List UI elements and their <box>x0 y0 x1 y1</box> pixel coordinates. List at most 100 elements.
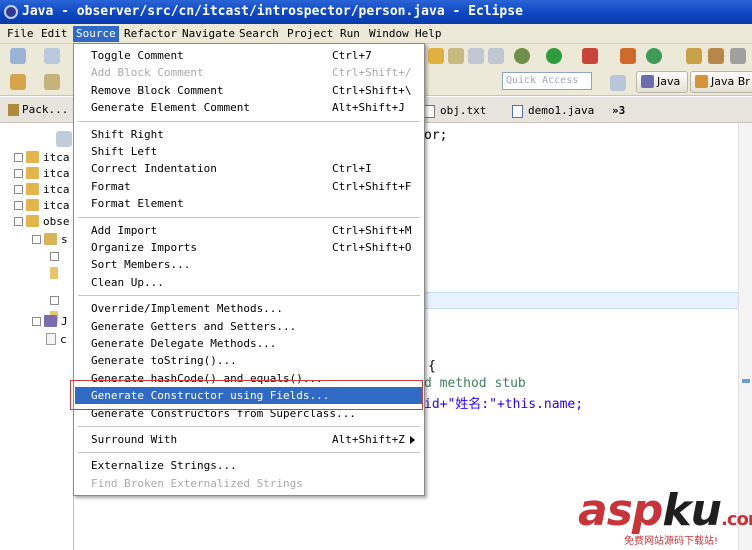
menu-item-surround-with[interactable]: Surround With Alt+Shift+Z <box>75 431 423 448</box>
save-icon[interactable] <box>44 48 60 64</box>
menu-refactor[interactable]: Refactor <box>121 26 180 42</box>
previous-annotation-icon[interactable] <box>44 74 60 90</box>
overview-marker[interactable] <box>742 379 750 383</box>
window-title-bar: Java - observer/src/cn/itcast/introspect… <box>0 0 752 24</box>
editor-tab-label: demo1.java <box>528 104 595 117</box>
new-java-class-icon[interactable] <box>646 48 662 64</box>
next-annotation-icon[interactable] <box>10 74 26 90</box>
tree-item[interactable] <box>50 249 73 279</box>
code-line: d method stub <box>424 376 526 391</box>
code-line: { <box>428 359 436 374</box>
tree-item-label: J <box>61 315 68 328</box>
source-folder-icon <box>44 233 57 245</box>
tree-item[interactable]: itca <box>14 181 70 197</box>
new-icon[interactable] <box>10 48 26 64</box>
project-folder-icon <box>26 183 39 195</box>
quick-access-input[interactable]: Quick Access <box>502 72 592 90</box>
tree-item-label: itca <box>43 167 70 180</box>
menu-item-externalize-strings[interactable]: Externalize Strings... <box>75 457 423 474</box>
expand-icon[interactable] <box>14 201 23 210</box>
perspective-java-label: Java <box>657 75 681 88</box>
menu-file[interactable]: File <box>4 26 37 42</box>
expand-icon[interactable] <box>32 317 41 326</box>
package-icon <box>50 267 58 279</box>
menu-item-add-block-comment: Add Block Comment Ctrl+Shift+/ <box>75 64 423 81</box>
new-java-project-icon[interactable] <box>620 48 636 64</box>
editor-tab-obj-txt[interactable]: obj.txt <box>424 102 486 120</box>
tree-item-label: itca <box>43 151 70 164</box>
menu-item-label: Surround With <box>91 433 178 446</box>
menu-edit[interactable]: Edit <box>38 26 71 42</box>
menu-item-generate-element-comment[interactable]: Generate Element Comment Alt+Shift+J <box>75 99 423 116</box>
menu-item-shortcut: Ctrl+7 <box>332 49 372 62</box>
toggle-mark-icon[interactable] <box>468 48 484 64</box>
menu-item-sort-members[interactable]: Sort Members... <box>75 256 423 273</box>
external-tools-icon[interactable] <box>582 48 598 64</box>
menu-item-label: Format Element <box>91 197 184 211</box>
menu-item-generate-getters-and-setters[interactable]: Generate Getters and Setters... <box>75 318 423 335</box>
expand-icon[interactable] <box>14 169 23 178</box>
menu-item-remove-block-comment[interactable]: Remove Block Comment Ctrl+Shift+\ <box>75 82 423 99</box>
menu-run[interactable]: Run <box>337 26 363 42</box>
expand-icon[interactable] <box>14 153 23 162</box>
perspective-java-browsing-button[interactable]: Java Br <box>690 71 752 93</box>
menu-item-clean-up[interactable]: Clean Up... <box>75 274 423 291</box>
tree-item[interactable] <box>50 293 73 323</box>
package-explorer-tab[interactable]: Pack... <box>0 97 74 123</box>
menu-separator <box>78 452 420 454</box>
expand-icon[interactable] <box>14 185 23 194</box>
code-line: id+"姓名:"+this.name; <box>424 397 584 412</box>
menu-item-correct-indentation[interactable]: Correct Indentation Ctrl+I <box>75 160 423 177</box>
java-file-icon <box>512 105 523 118</box>
source-menu: Toggle Comment Ctrl+7 Add Block Comment Ctr… <box>73 43 425 496</box>
menu-item-label: Generate Delegate Methods... <box>91 337 277 350</box>
debug-icon[interactable] <box>514 48 530 64</box>
collapse-icon[interactable] <box>14 217 23 226</box>
expand-icon[interactable] <box>50 296 59 305</box>
menu-item-generate-tostring[interactable]: Generate toString()... <box>75 352 423 369</box>
collapse-icon[interactable] <box>32 235 41 244</box>
tree-item[interactable]: obse <box>14 213 70 229</box>
menu-item-label: Override/Implement Methods... <box>91 302 284 316</box>
edit-icon[interactable] <box>708 48 724 64</box>
menu-item-shift-right[interactable]: Shift Right <box>75 126 423 143</box>
open-folder-icon[interactable] <box>686 48 702 64</box>
menu-item-label: Generate Element Comment <box>91 101 250 115</box>
menu-help[interactable]: Help <box>412 26 445 42</box>
menu-item-format[interactable]: Format Ctrl+Shift+F <box>75 178 423 195</box>
collapse-all-icon[interactable] <box>56 131 72 147</box>
menu-item-toggle-comment[interactable]: Toggle Comment Ctrl+7 <box>75 47 423 64</box>
menu-item-generate-delegate-methods[interactable]: Generate Delegate Methods... <box>75 335 423 352</box>
tree-item[interactable]: itca <box>14 197 70 213</box>
search-icon[interactable] <box>448 48 464 64</box>
tree-item[interactable]: c <box>46 331 67 347</box>
tree-item[interactable]: s <box>32 231 68 247</box>
menu-item-shortcut: Ctrl+Shift+F <box>332 179 412 193</box>
menu-item-shortcut: Ctrl+I <box>332 162 372 176</box>
tree-item-label: s <box>61 233 68 246</box>
menu-item-format-element[interactable]: Format Element <box>75 195 423 212</box>
menu-item-find-broken-externalized-strings: Find Broken Externalized Strings <box>75 475 423 492</box>
open-perspective-icon[interactable] <box>610 75 626 91</box>
editor-tab-demo1-java[interactable]: demo1.java <box>512 102 594 120</box>
menu-item-label: Sort Members... <box>91 258 191 272</box>
tree-item[interactable]: itca <box>14 165 70 181</box>
menu-search[interactable]: Search <box>236 26 282 42</box>
pencil-icon[interactable] <box>730 48 746 64</box>
tree-item[interactable]: J <box>32 313 68 329</box>
menu-source[interactable]: Source <box>73 26 119 42</box>
menu-item-override-implement-methods[interactable]: Override/Implement Methods... <box>75 300 423 317</box>
tree-item[interactable]: itca <box>14 149 70 165</box>
menu-project[interactable]: Project <box>284 26 336 42</box>
menu-navigate[interactable]: Navigate <box>179 26 238 42</box>
open-type-icon[interactable] <box>428 48 444 64</box>
show-whitespace-icon[interactable] <box>488 48 504 64</box>
menu-item-add-import[interactable]: Add Import Ctrl+Shift+M <box>75 222 423 239</box>
menu-window[interactable]: Window <box>366 26 412 42</box>
perspective-java-button[interactable]: Java <box>636 71 688 93</box>
more-tabs-button[interactable]: »3 <box>612 102 625 120</box>
run-icon[interactable] <box>546 48 562 64</box>
menu-item-shift-left[interactable]: Shift Left <box>75 143 423 160</box>
menu-item-organize-imports[interactable]: Organize Imports Ctrl+Shift+O <box>75 239 423 256</box>
collapse-icon[interactable] <box>50 252 59 261</box>
